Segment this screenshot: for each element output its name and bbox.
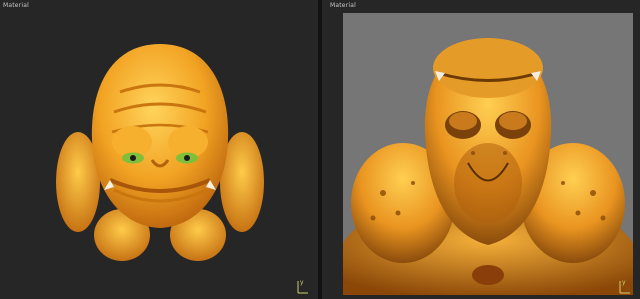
right-viewport-label[interactable]: Material: [330, 2, 356, 9]
axis-gizmo-right: y: [619, 279, 630, 294]
right-viewport[interactable]: Material y: [322, 0, 640, 299]
axis-y-label: y: [622, 279, 626, 286]
axis-gizmo-left: y: [297, 279, 308, 294]
axis-y-label: y: [300, 279, 304, 286]
render-preview-frame: [343, 13, 633, 295]
creature-model-front-view: [56, 44, 264, 261]
left-viewport[interactable]: Material y: [0, 0, 318, 299]
dual-viewport-app: Material y Material y: [0, 0, 640, 299]
left-viewport-label[interactable]: Material: [3, 2, 29, 9]
creature-model-perspective-view: [343, 38, 633, 295]
